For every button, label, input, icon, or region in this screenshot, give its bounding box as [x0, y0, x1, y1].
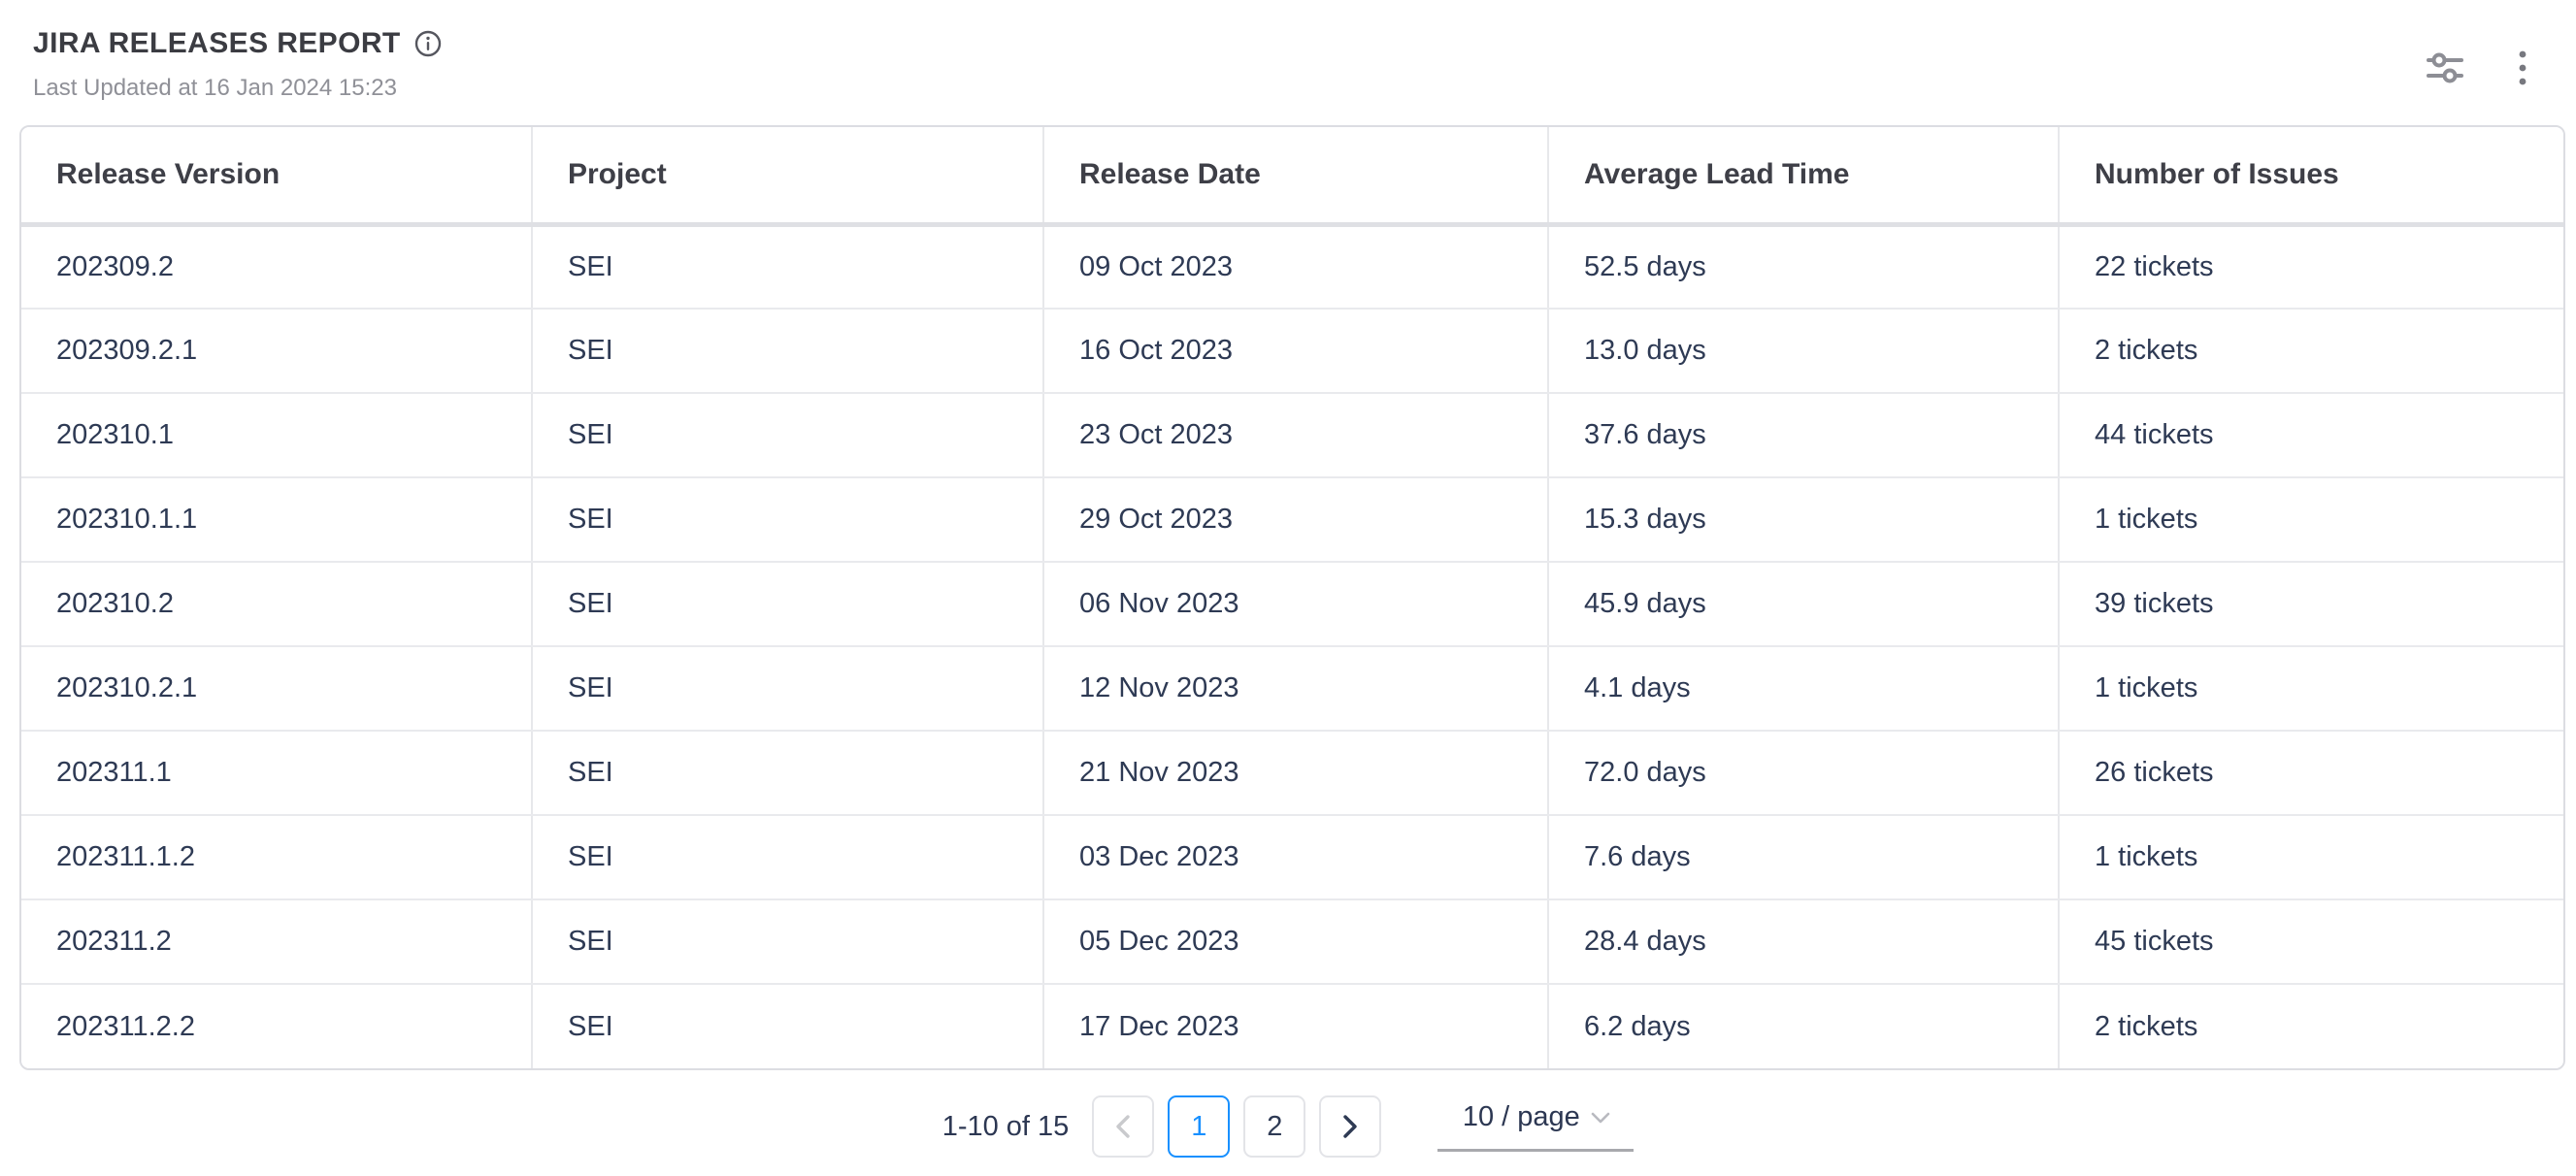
table-cell: SEI: [532, 815, 1043, 899]
table-cell: 37.6 days: [1548, 393, 2059, 477]
table-cell: 15.3 days: [1548, 477, 2059, 562]
table-row: 202309.2.1SEI16 Oct 202313.0 days2 ticke…: [21, 309, 2563, 393]
table-cell: 09 Oct 2023: [1043, 224, 1548, 309]
table-cell: 26 tickets: [2059, 731, 2563, 815]
releases-table: Release VersionProjectRelease DateAverag…: [19, 125, 2565, 1070]
page-size-label: 10 / page: [1463, 1101, 1580, 1133]
table-cell: 6.2 days: [1548, 984, 2059, 1068]
jira-releases-report-widget: JIRA RELEASES REPORT Last Updated at 16 …: [0, 0, 2576, 1176]
last-updated: Last Updated at 16 Jan 2024 15:23: [33, 75, 442, 102]
table-cell: SEI: [532, 562, 1043, 646]
table-row: 202309.2SEI09 Oct 202352.5 days22 ticket…: [21, 224, 2563, 309]
table-cell: 12 Nov 2023: [1043, 646, 1548, 731]
table-cell: 202309.2: [21, 224, 532, 309]
table-cell: 202310.2.1: [21, 646, 532, 731]
table-row: 202311.2SEI05 Dec 202328.4 days45 ticket…: [21, 899, 2563, 984]
table-cell: 202311.2: [21, 899, 532, 984]
widget-header: JIRA RELEASES REPORT Last Updated at 16 …: [0, 0, 2576, 102]
table-cell: 22 tickets: [2059, 224, 2563, 309]
column-header: Release Version: [21, 127, 532, 224]
table-cell: SEI: [532, 899, 1043, 984]
next-page-button[interactable]: [1319, 1095, 1381, 1158]
table-cell: 202311.2.2: [21, 984, 532, 1068]
table-cell: 2 tickets: [2059, 309, 2563, 393]
table-row: 202311.1SEI21 Nov 202372.0 days26 ticket…: [21, 731, 2563, 815]
table-cell: 202309.2.1: [21, 309, 532, 393]
table-cell: 23 Oct 2023: [1043, 393, 1548, 477]
header-actions: [2423, 47, 2531, 89]
table-cell: 202311.1: [21, 731, 532, 815]
table-cell: SEI: [532, 984, 1043, 1068]
table-body: 202309.2SEI09 Oct 202352.5 days22 ticket…: [21, 224, 2563, 1068]
column-header: Number of Issues: [2059, 127, 2563, 224]
table-cell: 29 Oct 2023: [1043, 477, 1548, 562]
table-cell: 45.9 days: [1548, 562, 2059, 646]
table-cell: 44 tickets: [2059, 393, 2563, 477]
info-icon[interactable]: [414, 30, 442, 57]
table-cell: 1 tickets: [2059, 815, 2563, 899]
table-row: 202311.2.2SEI17 Dec 20236.2 days2 ticket…: [21, 984, 2563, 1068]
page-button-2[interactable]: 2: [1243, 1095, 1305, 1158]
page-title: JIRA RELEASES REPORT: [33, 27, 401, 60]
table-cell: SEI: [532, 309, 1043, 393]
pagination: 1-10 of 15 12 10 / page: [0, 1095, 2576, 1158]
column-header: Average Lead Time: [1548, 127, 2059, 224]
table-cell: 7.6 days: [1548, 815, 2059, 899]
chevron-left-icon: [1114, 1113, 1132, 1140]
table-cell: 28.4 days: [1548, 899, 2059, 984]
table-cell: 4.1 days: [1548, 646, 2059, 731]
table-row: 202310.2SEI06 Nov 202345.9 days39 ticket…: [21, 562, 2563, 646]
table-row: 202310.1.1SEI29 Oct 202315.3 days1 ticke…: [21, 477, 2563, 562]
table-cell: 16 Oct 2023: [1043, 309, 1548, 393]
table-cell: 202310.2: [21, 562, 532, 646]
chevron-right-icon: [1341, 1113, 1359, 1140]
table-cell: 06 Nov 2023: [1043, 562, 1548, 646]
table-cell: 39 tickets: [2059, 562, 2563, 646]
table-cell: SEI: [532, 393, 1043, 477]
page-button-1[interactable]: 1: [1168, 1095, 1230, 1158]
table-row: 202311.1.2SEI03 Dec 20237.6 days1 ticket…: [21, 815, 2563, 899]
table-cell: 1 tickets: [2059, 646, 2563, 731]
prev-page-button[interactable]: [1092, 1095, 1154, 1158]
table-cell: 202310.1.1: [21, 477, 532, 562]
table-cell: 05 Dec 2023: [1043, 899, 1548, 984]
table-cell: 13.0 days: [1548, 309, 2059, 393]
table-row: 202310.1SEI23 Oct 202337.6 days44 ticket…: [21, 393, 2563, 477]
column-header: Project: [532, 127, 1043, 224]
table-cell: 1 tickets: [2059, 477, 2563, 562]
filter-sliders-icon[interactable]: [2423, 48, 2467, 88]
table-cell: SEI: [532, 477, 1043, 562]
table-cell: 21 Nov 2023: [1043, 731, 1548, 815]
table-cell: 202310.1: [21, 393, 532, 477]
kebab-menu-icon[interactable]: [2514, 47, 2531, 89]
table-cell: 17 Dec 2023: [1043, 984, 1548, 1068]
table-header-row: Release VersionProjectRelease DateAverag…: [21, 127, 2563, 224]
page-size-select[interactable]: 10 / page: [1437, 1101, 1634, 1152]
table-cell: SEI: [532, 646, 1043, 731]
table-cell: SEI: [532, 224, 1043, 309]
table-row: 202310.2.1SEI12 Nov 20234.1 days1 ticket…: [21, 646, 2563, 731]
chevron-down-icon: [1590, 1111, 1611, 1125]
table-cell: SEI: [532, 731, 1043, 815]
table-cell: 2 tickets: [2059, 984, 2563, 1068]
table-cell: 52.5 days: [1548, 224, 2059, 309]
table-cell: 72.0 days: [1548, 731, 2059, 815]
table-cell: 202311.1.2: [21, 815, 532, 899]
column-header: Release Date: [1043, 127, 1548, 224]
table-cell: 03 Dec 2023: [1043, 815, 1548, 899]
pagination-range: 1-10 of 15: [942, 1111, 1070, 1143]
table-cell: 45 tickets: [2059, 899, 2563, 984]
title-block: JIRA RELEASES REPORT Last Updated at 16 …: [33, 27, 442, 102]
